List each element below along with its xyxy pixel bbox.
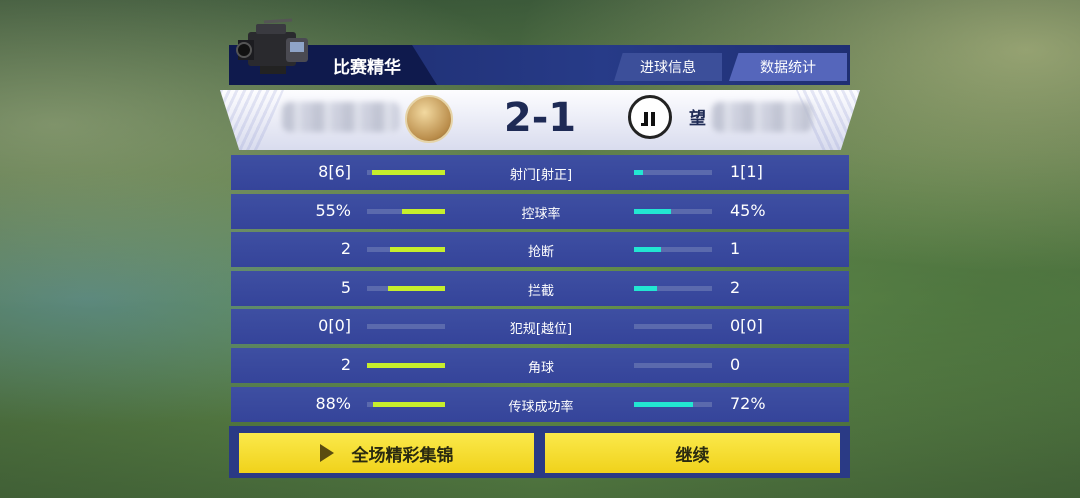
stat-row: 88% 传球成功率 72% bbox=[231, 386, 849, 422]
away-stat-value: 72% bbox=[730, 393, 766, 413]
home-stat-bar bbox=[367, 362, 445, 368]
stat-row: 8[6] 射门[射正] 1[1] bbox=[231, 155, 849, 190]
away-stat-value: 45% bbox=[730, 200, 766, 220]
away-stat-value: 2 bbox=[730, 277, 741, 297]
away-stat-bar-fill bbox=[634, 170, 644, 175]
away-stat-bar-fill bbox=[634, 401, 694, 407]
stat-label: 控球率 bbox=[521, 206, 561, 222]
away-stat-value: 0[0] bbox=[730, 316, 763, 336]
match-score: 2-1 bbox=[503, 95, 577, 141]
home-stat-bar-fill bbox=[402, 208, 445, 214]
stat-label: 射门[射正] bbox=[509, 168, 573, 183]
away-team-name-visible: 望 bbox=[689, 109, 706, 129]
away-stat-value: 1 bbox=[730, 239, 741, 259]
away-team-name-blurred bbox=[712, 102, 812, 132]
play-icon bbox=[319, 444, 334, 462]
stat-row: 0[0] 犯规[越位] 0[0] bbox=[231, 309, 849, 345]
juventus-badge-icon bbox=[628, 95, 672, 139]
away-stat-bar bbox=[634, 247, 712, 253]
home-stat-value: 2 bbox=[340, 354, 351, 374]
home-stat-value: 8[6] bbox=[318, 162, 351, 181]
stat-row: 5 拦截 2 bbox=[231, 270, 849, 306]
home-stat-value: 2 bbox=[340, 239, 351, 259]
home-stat-bar bbox=[367, 285, 445, 291]
stat-label: 拦截 bbox=[527, 283, 554, 299]
away-stat-bar-fill bbox=[634, 285, 657, 291]
video-camera-icon bbox=[236, 18, 308, 74]
page-title: 比赛精华 bbox=[333, 58, 401, 78]
away-stat-bar bbox=[634, 324, 712, 330]
stat-row: 2 角球 0 bbox=[231, 347, 849, 383]
home-stat-bar bbox=[367, 208, 445, 214]
stat-row: 2 抢断 1 bbox=[231, 232, 849, 268]
stat-label: 角球 bbox=[527, 360, 554, 376]
away-stat-bar-fill bbox=[634, 247, 662, 253]
home-stat-bar-fill bbox=[372, 170, 445, 175]
home-stat-value: 0[0] bbox=[318, 316, 351, 336]
juventus-logo-icon bbox=[641, 112, 655, 126]
home-stat-value: 88% bbox=[315, 393, 351, 413]
tab-goal-info[interactable]: 进球信息 bbox=[614, 53, 722, 81]
home-stat-bar-fill bbox=[367, 362, 445, 368]
continue-button[interactable]: 继续 bbox=[545, 433, 840, 473]
home-stat-bar-fill bbox=[390, 247, 445, 253]
stat-row: 55% 控球率 45% bbox=[231, 193, 849, 229]
away-stat-bar-fill bbox=[634, 208, 671, 214]
home-stat-bar-fill bbox=[373, 401, 445, 407]
stats-table: 8[6] 射门[射正] 1[1] 55% 控球率 45% 2 抢断 1 5 拦截 2 0[0] 犯规[越位… bbox=[231, 155, 849, 425]
home-stat-bar bbox=[367, 247, 445, 253]
home-stat-value: 5 bbox=[340, 277, 351, 297]
home-stat-bar bbox=[367, 401, 445, 407]
away-stat-bar bbox=[634, 170, 712, 175]
stat-label: 抢断 bbox=[527, 245, 554, 261]
away-stat-bar bbox=[634, 362, 712, 368]
home-stat-bar bbox=[367, 170, 445, 175]
home-team-badge-icon bbox=[405, 95, 453, 143]
home-stat-value: 55% bbox=[315, 200, 351, 220]
highlights-button-label: 全场精彩集锦 bbox=[351, 445, 454, 466]
away-stat-bar bbox=[634, 401, 712, 407]
highlights-button[interactable]: 全场精彩集锦 bbox=[239, 433, 534, 473]
away-stat-bar bbox=[634, 285, 712, 291]
away-stat-bar bbox=[634, 208, 712, 214]
stat-label: 犯规[越位] bbox=[509, 322, 573, 338]
home-stat-bar-fill bbox=[388, 285, 445, 291]
home-stat-bar bbox=[367, 324, 445, 330]
away-stat-value: 1[1] bbox=[730, 162, 763, 181]
away-stat-value: 0 bbox=[730, 354, 741, 374]
continue-button-label: 继续 bbox=[675, 445, 710, 466]
home-team-name-blurred bbox=[282, 102, 400, 132]
tab-data-stats[interactable]: 数据统计 bbox=[729, 53, 847, 81]
stat-label: 传球成功率 bbox=[508, 399, 574, 415]
